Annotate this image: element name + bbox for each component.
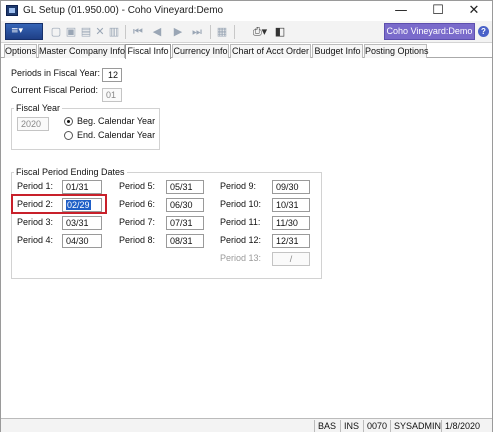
period-7-label: Period 7:: [119, 217, 156, 227]
cancel-icon[interactable]: ▥: [108, 25, 120, 38]
new-icon[interactable]: ▢: [50, 25, 62, 38]
period-13-label: Period 13:: [220, 253, 262, 263]
tab-master-company-info[interactable]: Master Company Info: [38, 44, 125, 58]
fiscal-year-group-title: Fiscal Year: [14, 103, 63, 113]
period-1-input[interactable]: 01/31: [62, 180, 102, 194]
period-6-input[interactable]: 06/30: [166, 198, 204, 212]
save-icon[interactable]: ▣: [65, 25, 77, 38]
fiscal-period-ending-dates-title: Fiscal Period Ending Dates: [14, 167, 127, 177]
period-12-input[interactable]: 12/31: [272, 234, 310, 248]
minimize-button[interactable]: —: [384, 2, 418, 20]
fiscal-year-field: 2020: [17, 117, 49, 131]
period-12-label: Period 12:: [220, 235, 262, 245]
periods-in-fiscal-year-label: Periods in Fiscal Year:: [11, 68, 101, 78]
beg-calendar-year-radio[interactable]: [64, 117, 73, 126]
periods-in-fiscal-year-input[interactable]: 12: [102, 68, 122, 82]
tab-currency-info[interactable]: Currency Info: [172, 44, 229, 58]
next-record-icon[interactable]: ▶: [172, 25, 184, 38]
period-3-label: Period 3:: [17, 217, 54, 227]
period-3-input[interactable]: 03/31: [62, 216, 102, 230]
app-icon: [6, 5, 18, 16]
status-date: 1/8/2020: [441, 420, 491, 432]
status-user: SYSADMIN: [390, 420, 441, 432]
period-9-label: Period 9:: [220, 181, 257, 191]
period-10-input[interactable]: 10/31: [272, 198, 310, 212]
period-4-input[interactable]: 04/30: [62, 234, 102, 248]
end-calendar-year-radio[interactable]: [64, 131, 73, 140]
toolbar: ≡▾ ▢ ▣ ▤ ✕ ▥ ⏮ ◀ ▶ ⏭ ▦ ⎙▾ ◧ Coho Vineyar…: [1, 21, 492, 43]
period-4-label: Period 4:: [17, 235, 54, 245]
period-8-input[interactable]: 08/31: [166, 234, 204, 248]
help-icon[interactable]: ?: [478, 26, 489, 37]
tab-posting-options[interactable]: Posting Options: [364, 44, 429, 58]
company-button[interactable]: Coho Vineyard:Demo: [384, 23, 475, 40]
toolbar-separator: [234, 25, 235, 39]
toolbar-separator: [210, 25, 211, 39]
period-11-input[interactable]: 11/30: [272, 216, 310, 230]
period-9-input[interactable]: 09/30: [272, 180, 310, 194]
end-calendar-year-label: End. Calendar Year: [77, 130, 156, 140]
period-13-field: /: [272, 252, 310, 266]
previous-record-icon[interactable]: ◀: [151, 25, 163, 38]
period-7-input[interactable]: 07/31: [166, 216, 204, 230]
delete-icon[interactable]: ✕: [94, 25, 106, 38]
menu-button[interactable]: ≡▾: [5, 23, 43, 40]
window-title: GL Setup (01.950.00) - Coho Vineyard:Dem…: [23, 5, 224, 16]
status-code: 0070: [363, 420, 390, 432]
period-8-label: Period 8:: [119, 235, 156, 245]
status-mode: BAS: [314, 420, 339, 432]
close-button[interactable]: ✕: [457, 2, 491, 20]
first-record-icon[interactable]: ⏮: [132, 25, 144, 38]
notes-icon[interactable]: ◧: [274, 25, 286, 38]
tab-strip: Options Master Company Info Fiscal Info …: [1, 44, 492, 59]
period-2-highlight-box: [11, 194, 107, 214]
current-fiscal-period-label: Current Fiscal Period:: [11, 85, 99, 95]
period-11-label: Period 11:: [220, 217, 261, 227]
period-5-label: Period 5:: [119, 181, 156, 191]
status-insert: INS: [340, 420, 363, 432]
tab-chart-of-acct-order[interactable]: Chart of Acct Order: [230, 44, 311, 58]
copy-icon[interactable]: ▦: [216, 25, 228, 38]
title-bar: GL Setup (01.950.00) - Coho Vineyard:Dem…: [1, 1, 492, 21]
period-1-label: Period 1:: [17, 181, 54, 191]
tab-budget-info[interactable]: Budget Info: [312, 44, 363, 58]
tab-options[interactable]: Options: [4, 44, 37, 58]
beg-calendar-year-label: Beg. Calendar Year: [77, 116, 156, 126]
status-bar: BAS INS 0070 SYSADMIN 1/8/2020: [1, 418, 492, 432]
period-6-label: Period 6:: [119, 199, 156, 209]
tab-fiscal-info[interactable]: Fiscal Info: [125, 44, 171, 59]
period-10-label: Period 10:: [220, 199, 262, 209]
period-5-input[interactable]: 05/31: [166, 180, 204, 194]
save-close-icon[interactable]: ▤: [80, 25, 92, 38]
maximize-button[interactable]: ☐: [421, 2, 455, 20]
last-record-icon[interactable]: ⏭: [191, 25, 203, 38]
print-icon[interactable]: ⎙▾: [251, 25, 269, 38]
current-fiscal-period-field: 01: [102, 88, 122, 102]
gl-setup-window: GL Setup (01.950.00) - Coho Vineyard:Dem…: [0, 0, 493, 432]
toolbar-separator: [125, 25, 126, 39]
